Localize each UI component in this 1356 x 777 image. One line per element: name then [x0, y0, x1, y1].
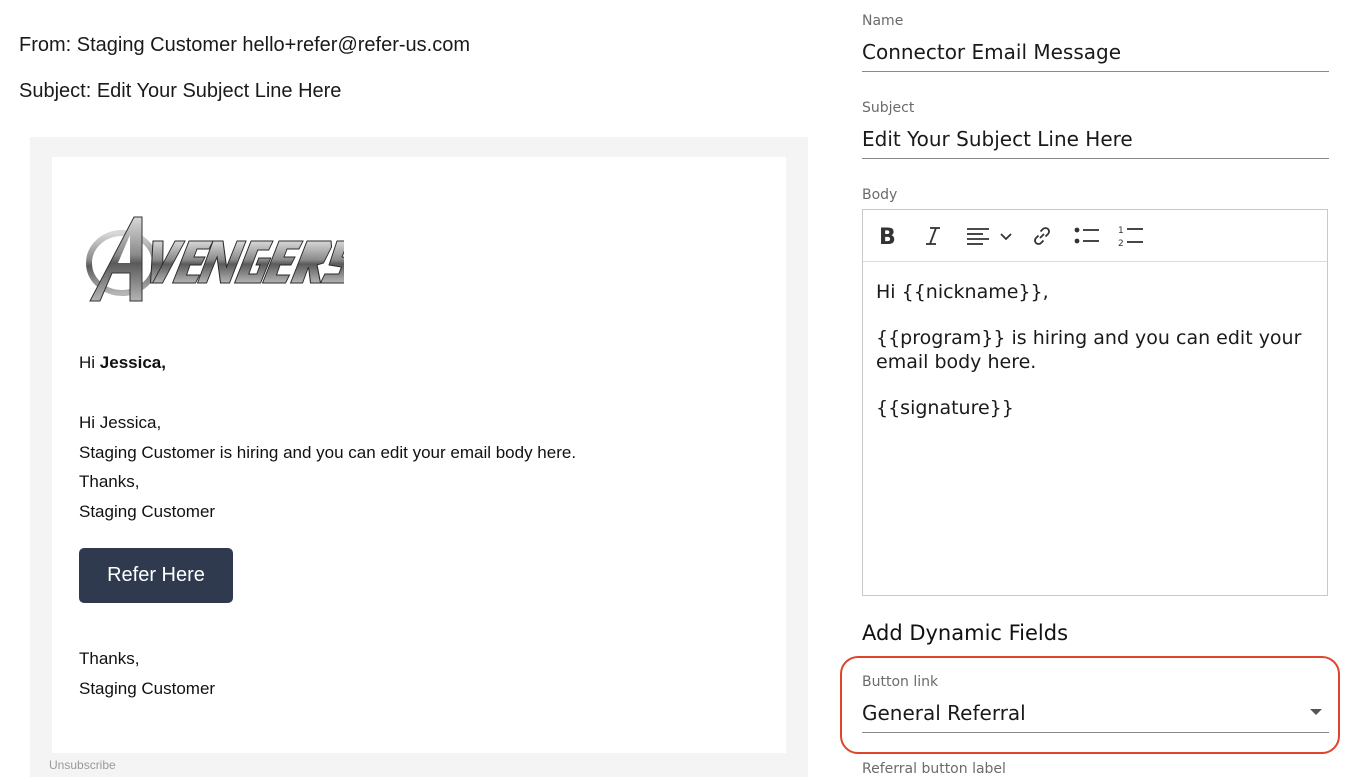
body-editor[interactable]: B 1 2 Hi {{nickname}}, {{program}} is hi…	[862, 209, 1328, 596]
email-body-line: Staging Customer	[79, 501, 216, 521]
numbered-list-icon[interactable]: 1 2	[1117, 222, 1145, 250]
editor-paragraph: {{program}} is hiring and you can edit y…	[876, 327, 1302, 373]
editor-toolbar: B 1 2	[863, 210, 1327, 262]
avengers-logo	[82, 213, 366, 310]
email-body-line: Thanks,	[79, 472, 140, 491]
bullet-list-icon[interactable]	[1073, 222, 1101, 250]
email-body: Hi Jessica, Staging Customer is hiring a…	[79, 408, 576, 526]
button-link-underline	[862, 732, 1329, 733]
email-subject-line: Subject: Edit Your Subject Line Here	[19, 80, 342, 102]
email-closing: Thanks, Staging Customer	[79, 644, 215, 703]
bold-icon[interactable]: B	[875, 222, 899, 250]
italic-icon[interactable]	[921, 222, 945, 250]
refer-here-button[interactable]: Refer Here	[79, 548, 233, 603]
dropdown-arrow-icon[interactable]	[1310, 709, 1322, 715]
editor-paragraph: Hi {{nickname}},	[876, 281, 1049, 303]
email-from-line: From: Staging Customer hello+refer@refer…	[19, 34, 471, 56]
body-label: Body	[862, 187, 898, 203]
name-label: Name	[862, 13, 904, 29]
editor-content[interactable]: Hi {{nickname}}, {{program}} is hiring a…	[876, 280, 1306, 442]
button-link-select[interactable]: General Referral	[862, 701, 1026, 725]
email-body-line: Hi Jessica,	[79, 413, 162, 432]
align-icon[interactable]	[965, 222, 1015, 250]
svg-text:2: 2	[1118, 239, 1124, 248]
email-greeting: Hi Jessica,	[79, 353, 166, 373]
email-body-line: Staging Customer is hiring and you can e…	[79, 442, 577, 462]
subject-field[interactable]: Edit Your Subject Line Here	[862, 127, 1133, 151]
email-preview-card: Hi Jessica, Hi Jessica, Staging Customer…	[52, 157, 786, 753]
svg-text:B: B	[879, 225, 896, 247]
email-preview-frame: Hi Jessica, Hi Jessica, Staging Customer…	[30, 137, 808, 777]
greeting-name: Jessica,	[99, 353, 166, 372]
email-closing-line: Thanks,	[79, 649, 140, 668]
subject-field-underline	[862, 158, 1329, 159]
greeting-prefix: Hi	[79, 353, 96, 372]
link-icon[interactable]	[1029, 222, 1055, 250]
editor-paragraph: {{signature}}	[876, 397, 1014, 419]
subject-label: Subject	[862, 100, 915, 116]
button-link-label: Button link	[862, 674, 939, 690]
email-closing-line: Staging Customer	[79, 678, 216, 698]
svg-text:1: 1	[1118, 226, 1124, 236]
name-field[interactable]: Connector Email Message	[862, 40, 1121, 64]
name-field-underline	[862, 71, 1329, 72]
unsubscribe-link[interactable]: Unsubscribe	[49, 758, 116, 772]
referral-button-label: Referral button label	[862, 761, 1006, 777]
dynamic-fields-heading: Add Dynamic Fields	[862, 621, 1069, 645]
avengers-logo-graphic	[86, 216, 366, 302]
